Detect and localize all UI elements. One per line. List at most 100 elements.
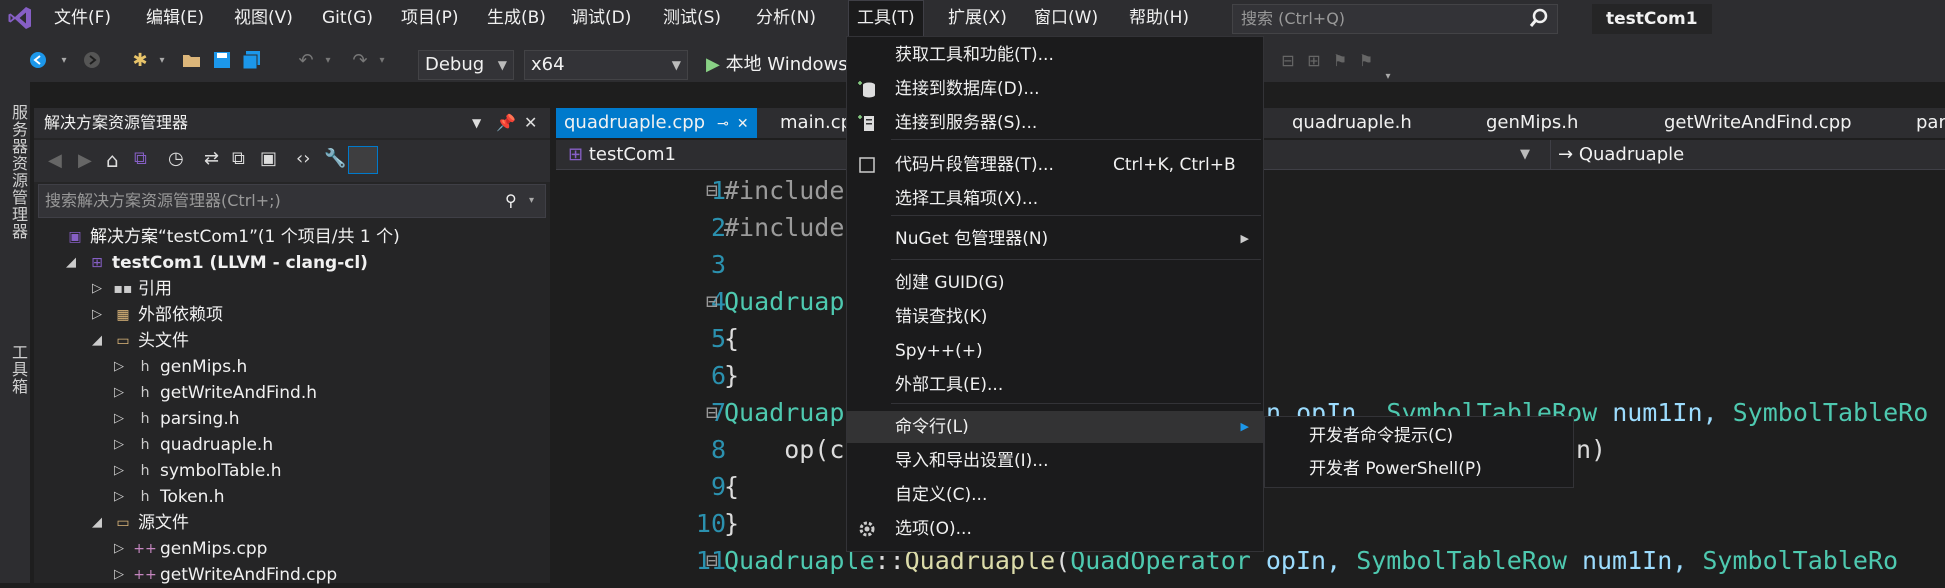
platform-select[interactable]: x64 ▼ bbox=[524, 50, 688, 80]
menu-10[interactable]: 工具(T) bbox=[848, 0, 924, 36]
menu-11[interactable]: 扩展(X) bbox=[940, 0, 1015, 36]
tools-menu-item-5[interactable]: 选择工具箱项(X)... bbox=[847, 183, 1263, 215]
collapsed-arrow-icon[interactable]: ▷ bbox=[114, 562, 124, 588]
tree-item[interactable]: ▷ ▪▪ 引用 bbox=[34, 276, 550, 302]
fold-minus-icon[interactable]: ⊟ bbox=[706, 394, 718, 431]
window-position-dropdown-icon[interactable]: ▼ bbox=[472, 108, 481, 138]
save-all-icon[interactable] bbox=[240, 48, 264, 72]
expanded-arrow-icon[interactable]: ◢ bbox=[92, 510, 102, 536]
back-icon[interactable]: ◀ bbox=[48, 150, 62, 171]
tree-item[interactable]: ▷ h symbolTable.h bbox=[34, 458, 550, 484]
view-code-icon[interactable]: ‹› bbox=[296, 148, 310, 169]
collapsed-arrow-icon[interactable]: ▷ bbox=[114, 380, 124, 406]
pin-icon[interactable]: ⊸ bbox=[717, 116, 729, 132]
tree-item[interactable]: ▣ 解决方案“testCom1”(1 个项目/共 1 个) bbox=[34, 224, 550, 250]
tools-menu-item-8[interactable]: 错误查找(K) bbox=[847, 301, 1263, 333]
tools-menu-item-7[interactable]: 创建 GUID(G) bbox=[847, 267, 1263, 299]
tools-menu-item-10[interactable]: 外部工具(E)... bbox=[847, 369, 1263, 401]
toolbar-overflow-icon[interactable]: ▾ bbox=[1376, 64, 1400, 88]
prev-bookmark-icon[interactable]: ⚑ bbox=[1354, 48, 1378, 72]
bookmark-icon[interactable]: ⚑ bbox=[1328, 48, 1352, 72]
open-folder-icon[interactable] bbox=[180, 48, 204, 72]
tab-1[interactable]: quadruaple.cpp ⊸ ✕ bbox=[556, 108, 757, 138]
tree-item[interactable]: ▷ h genMips.h bbox=[34, 354, 550, 380]
tools-menu-item-11[interactable]: 命令行(L) ▶ bbox=[847, 411, 1263, 443]
tools-menu-item-4[interactable]: 代码片段管理器(T)... Ctrl+K, Ctrl+B bbox=[847, 149, 1263, 181]
new-project-icon[interactable]: ✱ bbox=[128, 48, 152, 72]
undo-dropdown-icon[interactable]: ▾ bbox=[316, 48, 340, 72]
menu-13[interactable]: 帮助(H) bbox=[1121, 0, 1197, 36]
collapsed-arrow-icon[interactable]: ▷ bbox=[114, 458, 124, 484]
tree-item[interactable]: ◢ ▭ 头文件 bbox=[34, 328, 550, 354]
search-input[interactable]: 搜索 (Ctrl+Q) bbox=[1232, 4, 1558, 34]
member-nav-dropdown[interactable]: → Quadruaple bbox=[1558, 142, 1684, 168]
collapsed-arrow-icon[interactable]: ▷ bbox=[114, 354, 124, 380]
tree-item[interactable]: ◢ ⊞ testCom1 (LLVM - clang-cl) bbox=[34, 250, 550, 276]
scope-dropdown-arrow-icon[interactable]: ▼ bbox=[1520, 142, 1530, 168]
collapsed-arrow-icon[interactable]: ▷ bbox=[114, 536, 124, 562]
back-dropdown-icon[interactable]: ▾ bbox=[52, 48, 76, 72]
tools-menu-item-13[interactable]: 自定义(C)... bbox=[847, 479, 1263, 511]
tools-menu-item-3[interactable]: 连接到服务器(S)... bbox=[847, 107, 1263, 139]
collapsed-arrow-icon[interactable]: ▷ bbox=[92, 302, 102, 328]
forward-icon[interactable]: ▶ bbox=[78, 150, 92, 171]
command-line-submenu-item-1[interactable]: 开发者命令提示(C) bbox=[1265, 420, 1573, 452]
tools-menu-item-1[interactable]: 获取工具和功能(T)... bbox=[847, 39, 1263, 71]
tab-3[interactable]: quadruaple.h bbox=[1284, 108, 1420, 138]
collapsed-arrow-icon[interactable]: ▷ bbox=[114, 484, 124, 510]
tools-menu-item-14[interactable]: 选项(O)... bbox=[847, 513, 1263, 545]
collapsed-arrow-icon[interactable]: ▷ bbox=[92, 276, 102, 302]
menu-3[interactable]: 视图(V) bbox=[226, 0, 301, 36]
visual-studio-logo-icon[interactable] bbox=[0, 0, 40, 36]
tree-item[interactable]: ▷ ++ getWriteAndFind.cpp bbox=[34, 562, 550, 588]
tools-menu-item-9[interactable]: Spy++(+) bbox=[847, 335, 1263, 367]
new-project-dropdown-icon[interactable]: ▾ bbox=[150, 48, 174, 72]
save-icon[interactable] bbox=[210, 48, 234, 72]
tree-item[interactable]: ▷ h quadruaple.h bbox=[34, 432, 550, 458]
redo-icon[interactable]: ↷ bbox=[348, 48, 372, 72]
show-all-files-icon[interactable]: ▣ bbox=[260, 148, 277, 169]
undo-icon[interactable]: ↶ bbox=[294, 48, 318, 72]
back-icon[interactable] bbox=[26, 48, 50, 72]
collapse-all-icon[interactable]: ⧉ bbox=[232, 148, 245, 169]
comment-out-icon[interactable]: ⊟ bbox=[1276, 48, 1300, 72]
tools-menu-item-2[interactable]: 连接到数据库(D)... bbox=[847, 73, 1263, 105]
collapsed-arrow-icon[interactable]: ▷ bbox=[114, 432, 124, 458]
pin-icon[interactable]: 📌 bbox=[496, 108, 516, 138]
pending-changes-filter-icon[interactable]: ◷ bbox=[168, 148, 184, 169]
uncomment-icon[interactable]: ⊞ bbox=[1302, 48, 1326, 72]
project-nav-dropdown[interactable]: ⊞ testCom1 bbox=[568, 142, 676, 168]
close-icon[interactable]: ✕ bbox=[524, 108, 537, 138]
tree-item[interactable]: ◢ ▭ 源文件 bbox=[34, 510, 550, 536]
menu-2[interactable]: 编辑(E) bbox=[138, 0, 212, 36]
start-debugging-button[interactable]: ▶ 本地 Windows bbox=[706, 52, 848, 78]
toolbox-tab[interactable]: 工具箱 bbox=[6, 344, 30, 395]
tab-5[interactable]: getWriteAndFind.cpp bbox=[1656, 108, 1860, 138]
menu-7[interactable]: 调试(D) bbox=[563, 0, 639, 36]
forward-icon[interactable] bbox=[80, 48, 104, 72]
menu-6[interactable]: 生成(B) bbox=[479, 0, 554, 36]
tree-item[interactable]: ▷ h parsing.h bbox=[34, 406, 550, 432]
fold-minus-icon[interactable]: ⊟ bbox=[706, 172, 718, 209]
menu-5[interactable]: 项目(P) bbox=[393, 0, 467, 36]
close-icon[interactable]: ✕ bbox=[737, 116, 749, 132]
tab-6[interactable]: parsi bbox=[1908, 108, 1945, 138]
tools-menu-item-6[interactable]: NuGet 包管理器(N) ▶ bbox=[847, 223, 1263, 255]
tree-item[interactable]: ▷ ▦ 外部依赖项 bbox=[34, 302, 550, 328]
menu-4[interactable]: Git(G) bbox=[314, 0, 381, 36]
menu-8[interactable]: 测试(S) bbox=[655, 0, 729, 36]
command-line-submenu-item-2[interactable]: 开发者 PowerShell(P) bbox=[1265, 453, 1573, 485]
tree-item[interactable]: ▷ h getWriteAndFind.h bbox=[34, 380, 550, 406]
expanded-arrow-icon[interactable]: ◢ bbox=[66, 250, 76, 276]
server-explorer-tab[interactable]: 服务器资源管理器 bbox=[6, 104, 30, 240]
expanded-arrow-icon[interactable]: ◢ bbox=[92, 328, 102, 354]
switch-views-icon[interactable]: ⧉ bbox=[134, 148, 147, 169]
tools-menu-item-12[interactable]: 导入和导出设置(I)... bbox=[847, 445, 1263, 477]
tab-4[interactable]: genMips.h bbox=[1478, 108, 1586, 138]
search-options-dropdown-icon[interactable]: ▾ bbox=[529, 185, 534, 217]
home-icon[interactable]: ⌂ bbox=[106, 148, 119, 172]
collapsed-arrow-icon[interactable]: ▷ bbox=[114, 406, 124, 432]
preview-selected-items-icon[interactable] bbox=[348, 146, 378, 174]
fold-minus-icon[interactable]: ⊟ bbox=[706, 283, 718, 320]
solution-search-input[interactable]: 搜索解决方案资源管理器(Ctrl+;) ⚲ ▾ bbox=[38, 184, 546, 218]
